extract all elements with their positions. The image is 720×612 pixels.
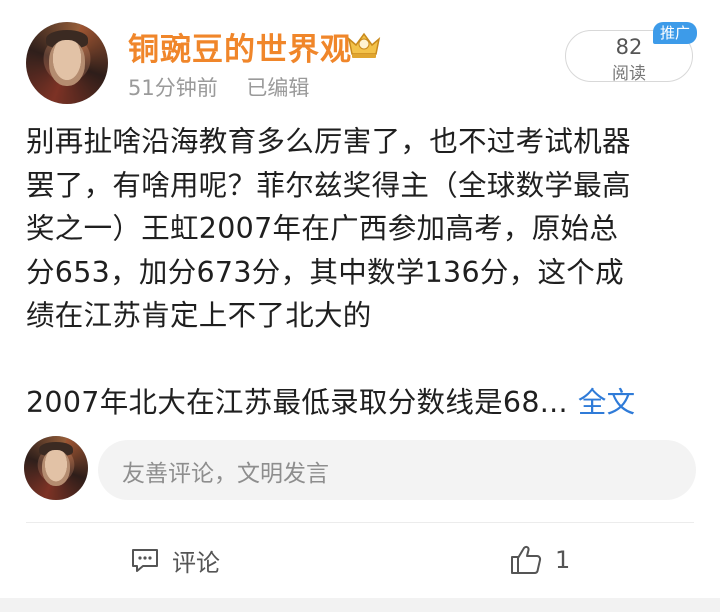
post-line: 绩在江苏肯定上不了北大的 xyxy=(26,299,372,332)
avatar-face xyxy=(41,450,71,486)
comment-button[interactable]: 评论 xyxy=(130,540,220,580)
post-body[interactable]: 别再扯啥沿海教育多么厉害了，也不过考试机器 罢了，有啥用呢？菲尔兹奖得主（全球数… xyxy=(26,120,698,425)
comment-label: 评论 xyxy=(172,548,220,577)
bottom-separator xyxy=(0,598,720,612)
read-label: 阅读 xyxy=(612,64,646,84)
promo-badge: 推广 xyxy=(653,22,697,44)
comment-placeholder: 友善评论，文明发言 xyxy=(122,461,329,487)
comment-input[interactable]: 友善评论，文明发言 xyxy=(98,440,696,500)
post-line: 分653，加分673分，其中数学136分，这个成 xyxy=(26,255,624,289)
like-count: 1 xyxy=(555,546,571,574)
post-line: 罢了，有啥用呢？菲尔兹奖得主（全球数学最高 xyxy=(26,168,631,202)
truncated-text: 2007年北大在江苏最低录取分数线是68... xyxy=(26,386,568,419)
post-line-truncated: 2007年北大在江苏最低录取分数线是68... 全文 xyxy=(26,381,698,425)
author-avatar[interactable] xyxy=(26,22,108,104)
divider xyxy=(26,522,694,523)
full-text-link[interactable]: 全文 xyxy=(578,386,636,419)
post-line: 奖之一）王虹2007年在广西参加高考，原始总 xyxy=(26,212,619,245)
edited-label: 已编辑 xyxy=(246,76,310,100)
crown-icon xyxy=(347,32,381,58)
like-button[interactable]: 1 xyxy=(509,540,570,580)
post-time: 51分钟前 xyxy=(128,76,218,100)
post-meta: 51分钟前 已编辑 xyxy=(128,72,309,102)
user-avatar xyxy=(24,436,88,500)
avatar-face xyxy=(48,40,86,86)
comment-icon xyxy=(132,549,158,572)
thumbs-up-icon xyxy=(511,545,542,574)
post-line: 别再扯啥沿海教育多么厉害了，也不过考试机器 xyxy=(26,125,631,158)
author-name[interactable]: 铜豌豆的世界观 xyxy=(128,24,352,69)
